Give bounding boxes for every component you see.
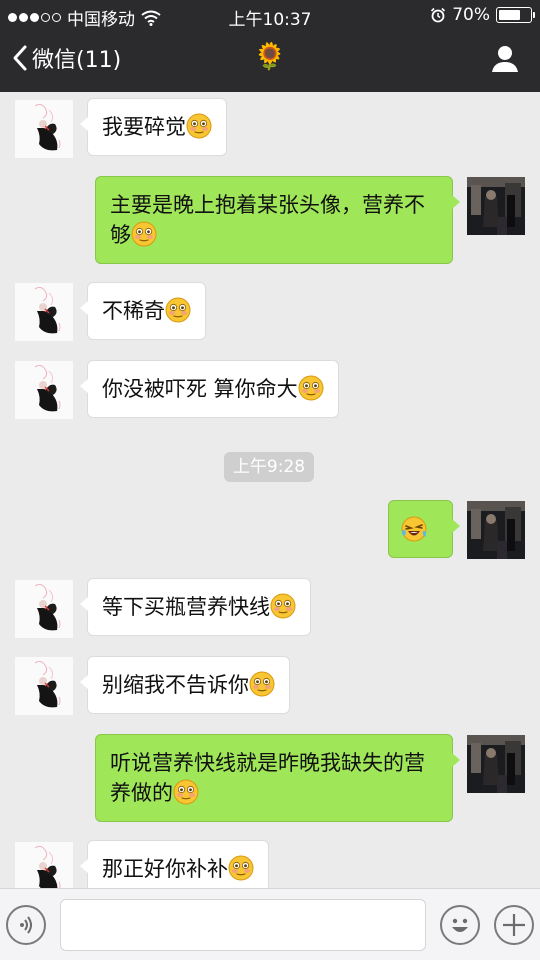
chat-header: 中国移动 上午10:37 70% 微信(11) 🌻 bbox=[0, 0, 540, 92]
message-text: 听说营养快线就是昨晚我缺失的营养做的 bbox=[110, 751, 425, 805]
alarm-icon bbox=[431, 7, 446, 23]
contact-avatar[interactable] bbox=[15, 580, 73, 638]
message-text: 别缩我不告诉你 bbox=[102, 673, 249, 697]
message-list[interactable]: 我要碎觉 主要是晚上抱着某张头像，营养不够 不稀奇 你没被吓死 算你命大 上午9… bbox=[0, 92, 540, 888]
message-text: 我要碎觉 bbox=[102, 115, 186, 139]
message-bubble[interactable]: 听说营养快线就是昨晚我缺失的营养做的 bbox=[95, 734, 460, 822]
flushed-emoji-icon bbox=[249, 671, 275, 697]
battery-percent: 70% bbox=[452, 5, 490, 25]
message-bubble[interactable]: 那正好你补补 bbox=[80, 840, 269, 888]
input-bar bbox=[0, 888, 540, 960]
message-text: 等下买瓶营养快线 bbox=[102, 595, 270, 619]
message-bubble[interactable]: 等下买瓶营养快线 bbox=[80, 578, 311, 636]
message-input[interactable] bbox=[60, 899, 426, 951]
message-bubble[interactable] bbox=[388, 500, 460, 558]
my-avatar[interactable] bbox=[467, 177, 525, 235]
status-bar: 中国移动 上午10:37 70% bbox=[0, 0, 540, 30]
emoji-button[interactable] bbox=[440, 905, 480, 945]
flushed-emoji-icon bbox=[131, 221, 157, 247]
contact-avatar[interactable] bbox=[15, 842, 73, 888]
message-text: 主要是晚上抱着某张头像，营养不够 bbox=[110, 193, 425, 247]
message-text: 不稀奇 bbox=[102, 299, 165, 323]
contact-avatar[interactable] bbox=[15, 100, 73, 158]
message-bubble[interactable]: 不稀奇 bbox=[80, 282, 206, 340]
voice-icon bbox=[20, 916, 32, 934]
message-bubble[interactable]: 你没被吓死 算你命大 bbox=[80, 360, 339, 418]
smiley-icon bbox=[452, 918, 468, 932]
contact-avatar[interactable] bbox=[15, 657, 73, 715]
person-icon[interactable] bbox=[490, 44, 520, 74]
flushed-emoji-icon bbox=[186, 113, 212, 139]
message-bubble[interactable]: 别缩我不告诉你 bbox=[80, 656, 290, 714]
battery-icon bbox=[496, 7, 535, 23]
my-avatar[interactable] bbox=[467, 735, 525, 793]
message-timestamp: 上午9:28 bbox=[224, 452, 314, 482]
flushed-emoji-icon bbox=[173, 779, 199, 805]
chat-title: 🌻 bbox=[253, 42, 287, 72]
laughing-tears-emoji-icon bbox=[401, 516, 427, 542]
nav-bar: 微信(11) 🌻 bbox=[0, 30, 540, 92]
voice-button[interactable] bbox=[6, 905, 46, 945]
flushed-emoji-icon bbox=[228, 855, 254, 881]
flushed-emoji-icon bbox=[270, 593, 296, 619]
flushed-emoji-icon bbox=[298, 375, 324, 401]
contact-avatar[interactable] bbox=[15, 283, 73, 341]
flushed-emoji-icon bbox=[165, 297, 191, 323]
message-text: 那正好你补补 bbox=[102, 857, 228, 881]
message-bubble[interactable]: 主要是晚上抱着某张头像，营养不够 bbox=[95, 176, 460, 264]
my-avatar[interactable] bbox=[467, 501, 525, 559]
message-bubble[interactable]: 我要碎觉 bbox=[80, 98, 227, 156]
message-text: 你没被吓死 算你命大 bbox=[102, 377, 298, 401]
more-button[interactable] bbox=[494, 905, 534, 945]
plus-icon bbox=[503, 914, 525, 936]
contact-avatar[interactable] bbox=[15, 361, 73, 419]
